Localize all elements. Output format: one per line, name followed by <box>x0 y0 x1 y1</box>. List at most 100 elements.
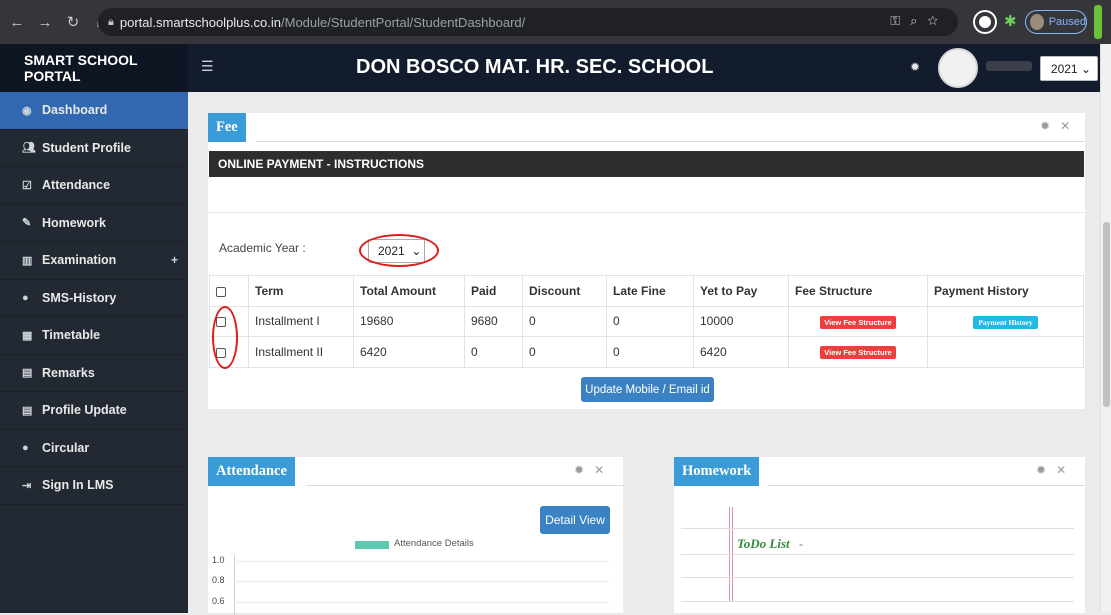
close-icon[interactable]: ✕ <box>1060 119 1080 133</box>
discount-cell: 0 <box>522 305 607 337</box>
todo-list-title: ToDo List <box>737 536 790 551</box>
view-fee-structure-button[interactable]: View Fee Structure <box>820 315 896 329</box>
view-fee-structure-button[interactable]: View Fee Structure <box>820 346 896 360</box>
column-header: Payment History <box>927 275 1084 307</box>
browser-toolbar: ← → ↻ ⌂ 🔒︎ portal.smartschoolplus.co.in … <box>0 0 1111 44</box>
browser-menu-button[interactable] <box>1094 5 1102 39</box>
sidebar-item-timetable[interactable]: ▦ Timetable <box>0 317 188 355</box>
panel-divider <box>256 141 1085 142</box>
sidebar-item-dashboard[interactable]: ◉ Dashboard <box>0 92 188 130</box>
todo-list-empty: - <box>799 537 803 551</box>
y-tick-label: 1.0 <box>212 555 225 565</box>
sidebar-item-label: Dashboard <box>42 103 108 118</box>
column-header: Discount <box>522 275 607 307</box>
sidebar-item-examination[interactable]: ▥ Examination + <box>0 242 188 280</box>
term-cell: Installment II <box>248 336 354 368</box>
ruled-line <box>681 554 1074 555</box>
sidebar-item-label: Student Profile <box>42 140 131 155</box>
sidebar-item-label: Attendance <box>42 178 111 193</box>
close-icon[interactable]: ✕ <box>1056 463 1076 477</box>
y-tick-label: 0.6 <box>212 596 225 606</box>
fee-structure-cell: View Fee Structure <box>788 336 928 368</box>
list-alt-icon: ▤ <box>22 367 33 380</box>
app-header: SMART SCHOOL PORTAL ☰ DON BOSCO MAT. HR.… <box>0 44 1100 92</box>
page-scrollbar[interactable] <box>1100 44 1111 613</box>
sidebar-item-attendance[interactable]: ☑ Attendance <box>0 167 188 205</box>
gridline <box>234 602 609 603</box>
panel-divider <box>306 485 623 486</box>
bar-chart-icon: ▥ <box>22 254 33 267</box>
sidebar-item-label: SMS-History <box>42 290 117 305</box>
scrollbar-thumb[interactable] <box>1103 222 1110 407</box>
puzzle-extension-icon[interactable]: ✱ <box>1004 12 1017 30</box>
check-square-icon: ☑ <box>22 179 32 192</box>
yet-to-pay-cell: 10000 <box>693 305 789 337</box>
legend-label: Attendance Details <box>394 538 474 549</box>
column-header: Fee Structure <box>788 275 928 307</box>
expand-icon[interactable]: + <box>171 253 178 267</box>
list-alt-icon: ▤ <box>22 404 33 417</box>
payment-instructions-bar: ONLINE PAYMENT - INSTRUCTIONS <box>209 151 1084 177</box>
yet-to-pay-cell: 6420 <box>693 336 789 368</box>
profile-button[interactable]: Paused <box>1025 10 1087 34</box>
year-select-value: 2021 <box>1050 61 1078 76</box>
gear-icon[interactable]: ✹ <box>910 60 920 74</box>
attendance-panel: Attendance ✹✕ Detail View Attendance Det… <box>208 457 623 615</box>
user-avatar[interactable] <box>938 48 978 88</box>
sidebar-item-remarks[interactable]: ▤ Remarks <box>0 355 188 392</box>
sidebar-item-sign-in-lms[interactable]: ⇥ Sign In LMS <box>0 467 188 505</box>
fee-panel-title: Fee <box>208 113 246 142</box>
menu-toggle-icon[interactable]: ☰ <box>201 58 214 75</box>
academic-year-label: Academic Year : <box>219 241 306 255</box>
panel-tools[interactable]: ✹✕ <box>1036 463 1076 477</box>
homework-panel-title: Homework <box>674 457 760 486</box>
homework-panel: Homework ✹✕ ToDo List - <box>674 457 1085 613</box>
comments-icon: ● <box>22 291 29 304</box>
sidebar-item-label: Homework <box>42 215 106 230</box>
annotation-circle <box>359 234 439 267</box>
year-select[interactable]: 2021 ⌄ <box>1040 56 1098 81</box>
close-icon[interactable]: ✕ <box>594 463 614 477</box>
gear-icon[interactable]: ✹ <box>1036 463 1056 477</box>
brand-title: SMART SCHOOL PORTAL <box>0 44 188 92</box>
address-bar-icons[interactable]: ⚿⌕☆ <box>890 13 948 29</box>
select-all-checkbox[interactable] <box>216 286 226 297</box>
payment-history-button[interactable]: Payment History <box>973 315 1038 329</box>
gridline <box>234 561 609 562</box>
reload-icon[interactable]: ↻ <box>62 13 84 31</box>
annotation-circle <box>212 306 238 369</box>
detail-view-button[interactable]: Detail View <box>540 506 610 534</box>
column-header: Total Amount <box>353 275 465 307</box>
back-arrow-icon[interactable]: ← <box>6 14 28 31</box>
table-header-row: Term Total Amount Paid Discount Late Fin… <box>209 275 1084 307</box>
panel-tools[interactable]: ✹✕ <box>574 463 614 477</box>
sidebar-item-circular[interactable]: ● Circular <box>0 430 188 467</box>
panel-tools[interactable]: ✹✕ <box>1040 119 1080 133</box>
profile-status: Paused <box>1048 16 1086 28</box>
ruled-line <box>681 577 1074 578</box>
column-header: Paid <box>464 275 523 307</box>
late-fine-cell: 0 <box>606 305 694 337</box>
table-row: Installment I 19680 9680 0 0 10000 View … <box>209 305 1084 337</box>
extension-icon[interactable] <box>975 12 995 32</box>
sidebar-item-label: Examination <box>42 253 117 268</box>
sidebar-item-student-profile[interactable]: 👥︎ Student Profile <box>0 130 188 167</box>
discount-cell: 0 <box>522 336 607 368</box>
address-bar[interactable]: 🔒︎ portal.smartschoolplus.co.in /Module/… <box>98 8 958 36</box>
forward-arrow-icon[interactable]: → <box>34 14 56 31</box>
column-header: Term <box>248 275 354 307</box>
sidebar-item-label: Remarks <box>42 365 95 380</box>
column-header: Yet to Pay <box>693 275 789 307</box>
gear-icon[interactable]: ✹ <box>1040 119 1060 133</box>
user-name-redacted <box>986 61 1032 71</box>
divider <box>209 212 1084 213</box>
sidebar: ◉ Dashboard 👥︎ Student Profile ☑ Attendance… <box>0 92 188 613</box>
gear-icon[interactable]: ✹ <box>574 463 594 477</box>
sidebar-item-label: Sign In LMS <box>42 478 114 493</box>
late-fine-cell: 0 <box>606 336 694 368</box>
sidebar-item-sms-history[interactable]: ● SMS-History <box>0 280 188 317</box>
sidebar-item-homework[interactable]: ✎ Homework <box>0 205 188 242</box>
sidebar-item-profile-update[interactable]: ▤ Profile Update <box>0 392 188 430</box>
update-mobile-email-button[interactable]: Update Mobile / Email id <box>581 377 714 402</box>
fee-panel: Fee ✹✕ ONLINE PAYMENT - INSTRUCTIONS Aca… <box>208 113 1085 409</box>
